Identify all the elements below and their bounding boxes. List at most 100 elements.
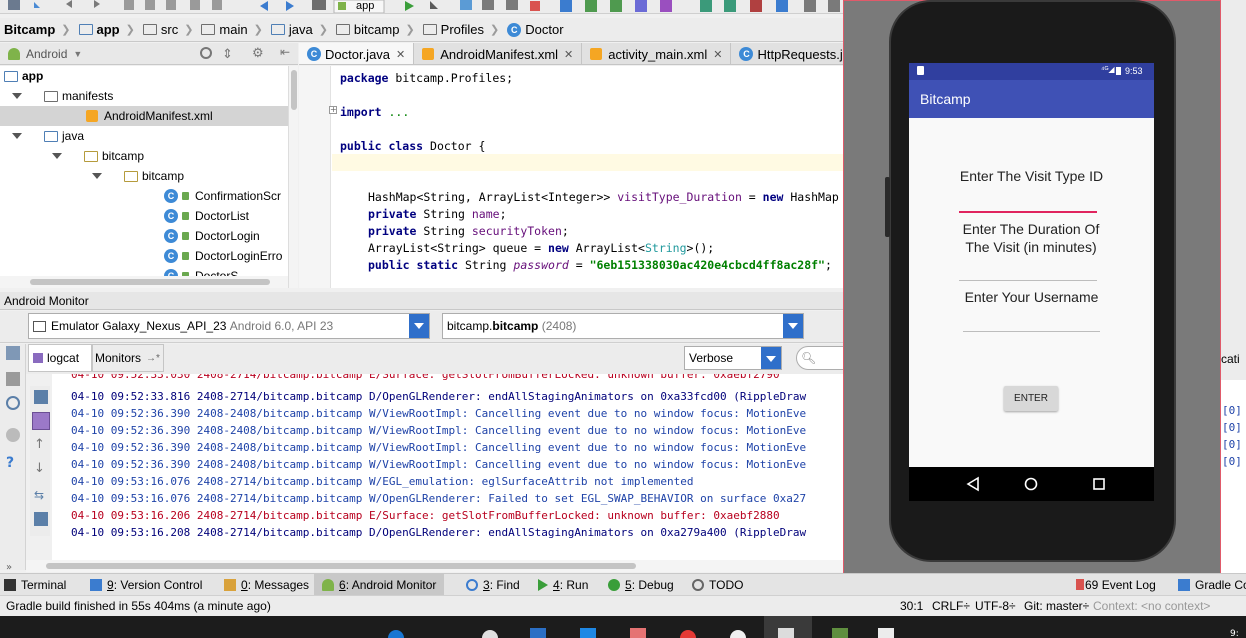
tool-version-control[interactable]: 9: Version Control	[90, 574, 202, 595]
log-level-selector[interactable]: Verbose	[684, 346, 782, 370]
breadcrumb-item-src[interactable]: src ❯	[139, 22, 198, 37]
tree-item-app[interactable]: app	[0, 66, 288, 86]
tab-http-requests[interactable]: CHttpRequests.java	[731, 43, 845, 64]
tree-item-class[interactable]: C DoctorList	[0, 206, 288, 226]
tree-item-class[interactable]: C DoctorLoginErro	[0, 246, 288, 266]
tab-doctor-java[interactable]: C Doctor.java ✕	[299, 43, 415, 64]
tree-item-class[interactable]: C ConfirmationScr	[0, 186, 288, 206]
tool-find[interactable]: 3: Find	[466, 574, 520, 595]
close-icon[interactable]: ✕	[564, 48, 573, 61]
tool-messages[interactable]: 0: Messages	[224, 574, 309, 595]
duration-input[interactable]	[959, 280, 1097, 281]
tab-monitors[interactable]: Monitors →*	[92, 344, 164, 372]
status-message: Gradle build finished in 55s 404ms (a mi…	[6, 599, 271, 613]
device-selector[interactable]: Emulator Galaxy_Nexus_API_23 Android 6.0…	[28, 313, 430, 339]
hide-panel-icon[interactable]: ⇤	[280, 45, 290, 59]
phone-screen[interactable]: ⁴ᴳ◢ 9:53 Bitcamp Enter The Visit Type ID…	[909, 63, 1154, 467]
screenshot-icon[interactable]	[6, 346, 20, 360]
clear-logcat-icon[interactable]	[34, 390, 48, 404]
project-vertical-scrollbar[interactable]	[288, 66, 298, 288]
tab-activity-main[interactable]: activity_main.xml ✕	[582, 43, 732, 64]
breadcrumb-item-profiles[interactable]: Profiles ❯	[419, 22, 504, 37]
caret-position[interactable]: 30:1	[900, 599, 923, 613]
tree-item-manifests[interactable]: manifests	[0, 86, 288, 106]
tree-item-bitcamp-subpackage[interactable]: bitcamp	[0, 166, 288, 186]
line-separator[interactable]: CRLF÷	[932, 599, 970, 613]
tool-event-log[interactable]: 69 Event Log	[1076, 574, 1156, 595]
expand-arrow-icon[interactable]	[52, 153, 62, 159]
breadcrumb-item-java[interactable]: java ❯	[267, 22, 332, 37]
tool-label: Event Log	[1101, 577, 1156, 592]
expand-arrow-icon[interactable]	[92, 173, 102, 179]
tool-android-monitor[interactable]: 6: Android Monitor	[314, 574, 445, 595]
collapse-all-icon[interactable]: ⇕	[222, 46, 233, 62]
volume-button[interactable]	[885, 177, 890, 237]
logcat-horizontal-scrollbar[interactable]	[26, 560, 845, 572]
tree-item-java[interactable]: java	[0, 126, 288, 146]
breadcrumb-item-doctor[interactable]: C Doctor	[503, 22, 567, 37]
enter-button[interactable]: ENTER	[1004, 386, 1058, 411]
close-icon[interactable]: ✕	[396, 48, 405, 61]
lock-icon	[182, 252, 189, 260]
chevron-down-icon[interactable]	[783, 314, 803, 338]
main-toolbar: app	[0, 0, 845, 14]
tool-key: 0	[241, 577, 248, 592]
scroll-to-end-icon[interactable]	[32, 412, 50, 430]
log-line: 04-10 09:53:16.208 2408-2714/bitcamp.bit…	[71, 526, 807, 539]
sync-target-icon[interactable]	[200, 47, 212, 59]
file-encoding[interactable]: UTF-8÷	[975, 599, 1016, 613]
up-arrow-icon[interactable]: ↑	[34, 438, 48, 452]
tree-item-label: AndroidManifest.xml	[104, 109, 213, 123]
tree-item-bitcamp-package[interactable]: bitcamp	[0, 146, 288, 166]
visit-type-input[interactable]	[959, 211, 1097, 213]
down-arrow-icon[interactable]: ↓	[34, 462, 48, 476]
tab-logcat[interactable]: logcat	[28, 344, 92, 372]
fold-expand-icon[interactable]: +	[329, 106, 337, 114]
git-branch[interactable]: Git: master÷	[1024, 599, 1089, 613]
chevron-down-icon[interactable]	[761, 347, 781, 369]
logcat-output[interactable]: 04-10 09:52:33.030 2408-2714/bitcamp.bit…	[52, 374, 845, 560]
tree-item-android-manifest[interactable]: AndroidManifest.xml	[0, 106, 288, 126]
scrollbar-thumb[interactable]	[46, 563, 636, 569]
breadcrumb-item-bitcamp[interactable]: bitcamp ❯	[332, 22, 419, 37]
tab-android-manifest[interactable]: AndroidManifest.xml ✕	[414, 43, 583, 64]
tool-todo[interactable]: TODO	[692, 574, 743, 595]
process-selector[interactable]: bitcamp. bitcamp (2408)	[442, 313, 804, 339]
print-icon[interactable]	[34, 512, 48, 526]
screen-record-icon[interactable]	[6, 372, 20, 386]
terminate-icon[interactable]	[6, 428, 20, 442]
gear-icon[interactable]: ⚙	[252, 45, 264, 61]
expand-arrow-icon[interactable]	[12, 133, 22, 139]
log-line: 04-10 09:52:33.816 2408-2714/bitcamp.bit…	[71, 390, 807, 403]
tool-gradle-console[interactable]: Gradle Co	[1178, 574, 1246, 595]
breadcrumb-item-app[interactable]: app ❯	[75, 22, 139, 37]
process-pid: (2408)	[541, 319, 577, 333]
breadcrumb-label: Profiles	[440, 22, 485, 37]
username-input[interactable]	[963, 331, 1100, 332]
system-info-icon[interactable]	[6, 396, 20, 410]
chevron-down-icon[interactable]: ▼	[73, 49, 82, 59]
tree-item-class[interactable]: C DoctorLogin	[0, 226, 288, 246]
signal-icon: ⁴ᴳ◢	[1101, 65, 1115, 74]
scrollbar-thumb[interactable]	[291, 70, 297, 110]
soft-wrap-icon[interactable]: ⇆	[34, 488, 48, 502]
tool-run[interactable]: 4: Run	[538, 574, 588, 595]
chevron-down-icon[interactable]	[409, 314, 429, 338]
project-horizontal-scrollbar[interactable]	[0, 276, 288, 288]
breadcrumb-item-project[interactable]: Bitcamp ❯	[0, 22, 75, 37]
help-icon[interactable]: ?	[6, 456, 20, 470]
project-view-selector[interactable]: Android	[26, 47, 67, 61]
tool-key: 4	[553, 577, 560, 592]
run-config-label[interactable]: app	[356, 0, 374, 12]
log-fragment: [0]	[1222, 404, 1242, 417]
code-line-field: private String name;	[368, 207, 507, 221]
tool-debug[interactable]: 5: Debug	[608, 574, 674, 595]
pin-icon[interactable]: →*	[146, 353, 160, 364]
breadcrumb-item-main[interactable]: main ❯	[197, 22, 266, 37]
expand-arrow-icon[interactable]	[12, 93, 22, 99]
scrollbar-thumb[interactable]	[30, 279, 270, 285]
tool-terminal[interactable]: Terminal	[4, 574, 66, 595]
code-editor[interactable]: + package bitcamp.Profiles; import ... p…	[299, 66, 845, 288]
close-icon[interactable]: ✕	[713, 48, 722, 61]
cut-icon	[124, 0, 134, 10]
